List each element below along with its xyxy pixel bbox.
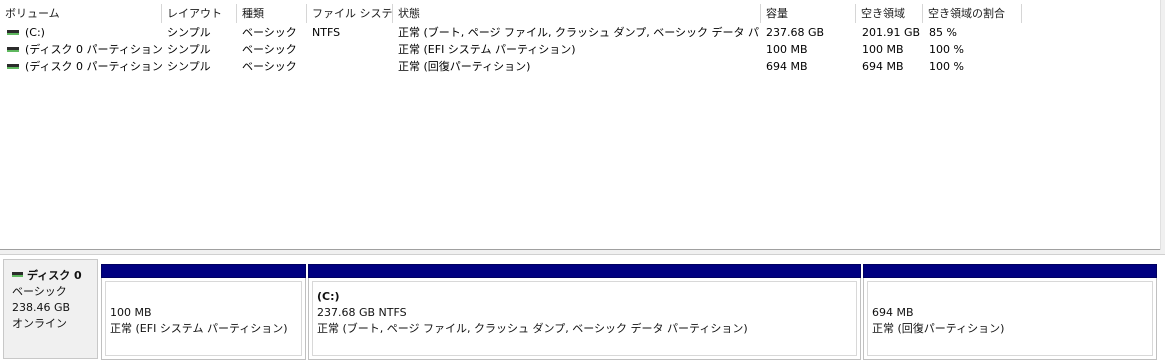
volume-icon: [7, 63, 19, 69]
volume-status: 正常 (ブート, ページ ファイル, クラッシュ ダンプ, ベーシック データ …: [398, 26, 760, 39]
volume-filesystem: [312, 41, 392, 58]
disk-type: ベーシック: [12, 285, 67, 298]
volume-row[interactable]: (ディスク 0 パーティション 1) シンプル ベーシック 正常 (EFI シス…: [0, 41, 1160, 58]
volume-free-space: 100 MB: [862, 43, 904, 56]
volume-capacity: 237.68 GB: [766, 26, 825, 39]
column-layout[interactable]: レイアウト: [162, 4, 237, 23]
volume-free-percent: 100 %: [929, 43, 964, 56]
disk-size: 238.46 GB: [12, 301, 71, 314]
partition-status: 正常 (回復パーティション): [872, 322, 1005, 335]
partition-size: 694 MB: [872, 306, 914, 319]
volume-capacity: 100 MB: [766, 43, 808, 56]
column-free-space[interactable]: 空き領域: [856, 4, 923, 23]
column-type[interactable]: 種類: [237, 4, 307, 23]
disk-info-panel[interactable]: ディスク 0 ベーシック 238.46 GB オンライン: [3, 259, 98, 359]
disk-state: オンライン: [12, 317, 67, 330]
volume-layout: シンプル: [167, 43, 211, 56]
disk-graphical-view: ディスク 0 ベーシック 238.46 GB オンライン 100 MB 正常 (…: [0, 255, 1165, 363]
volume-type: ベーシック: [242, 43, 297, 56]
partition-size: 100 MB: [110, 306, 152, 319]
volume-name: (C:): [25, 26, 45, 39]
partition-name: (C:): [317, 290, 340, 303]
partition-name: [872, 289, 1152, 305]
column-filesystem[interactable]: ファイル システム: [307, 4, 393, 23]
volume-free-space: 694 MB: [862, 60, 904, 73]
column-status[interactable]: 状態: [393, 4, 761, 23]
volume-filesystem: NTFS: [312, 26, 341, 39]
volume-status: 正常 (回復パーティション): [398, 60, 531, 73]
volume-free-percent: 85 %: [929, 26, 957, 39]
volume-rows: (C:) シンプル ベーシック NTFS 正常 (ブート, ページ ファイル, …: [0, 24, 1160, 75]
column-free-percent[interactable]: 空き領域の割合: [923, 4, 1022, 23]
disk-icon: [12, 271, 23, 277]
volume-icon: [7, 29, 19, 35]
volume-capacity: 694 MB: [766, 60, 808, 73]
disk-name: ディスク 0: [27, 269, 82, 282]
partition-name: [110, 289, 301, 305]
volume-icon: [7, 46, 19, 52]
partition-bar: [101, 264, 306, 278]
volume-name: (ディスク 0 パーティション 1): [25, 43, 165, 56]
partition-size: 237.68 GB NTFS: [317, 306, 407, 319]
partition-bar: [308, 264, 861, 278]
volume-type: ベーシック: [242, 26, 297, 39]
partition-bar: [863, 264, 1157, 278]
volume-list[interactable]: ボリューム レイアウト 種類 ファイル システム 状態 容量 空き領域 空き領域…: [0, 0, 1165, 250]
partition-c[interactable]: (C:) 237.68 GB NTFS 正常 (ブート, ページ ファイル, ク…: [308, 264, 861, 361]
volume-row[interactable]: (ディスク 0 パーティション 4) シンプル ベーシック 正常 (回復パーティ…: [0, 58, 1160, 75]
volume-free-space: 201.91 GB: [862, 26, 921, 39]
column-header: ボリューム レイアウト 種類 ファイル システム 状態 容量 空き領域 空き領域…: [0, 4, 1022, 23]
partition-status: 正常 (EFI システム パーティション): [110, 322, 288, 335]
column-volume[interactable]: ボリューム: [0, 4, 162, 23]
column-capacity[interactable]: 容量: [761, 4, 856, 23]
volume-name: (ディスク 0 パーティション 4): [25, 60, 165, 73]
volume-filesystem: [312, 58, 392, 75]
partition-efi[interactable]: 100 MB 正常 (EFI システム パーティション): [101, 264, 306, 361]
partition-status: 正常 (ブート, ページ ファイル, クラッシュ ダンプ, ベーシック データ …: [317, 322, 748, 335]
list-scrollbar[interactable]: [1160, 0, 1165, 250]
volume-free-percent: 100 %: [929, 60, 964, 73]
volume-row[interactable]: (C:) シンプル ベーシック NTFS 正常 (ブート, ページ ファイル, …: [0, 24, 1160, 41]
volume-layout: シンプル: [167, 26, 211, 39]
volume-layout: シンプル: [167, 60, 211, 73]
partition-recovery[interactable]: 694 MB 正常 (回復パーティション): [863, 264, 1157, 361]
volume-status: 正常 (EFI システム パーティション): [398, 43, 576, 56]
volume-type: ベーシック: [242, 60, 297, 73]
